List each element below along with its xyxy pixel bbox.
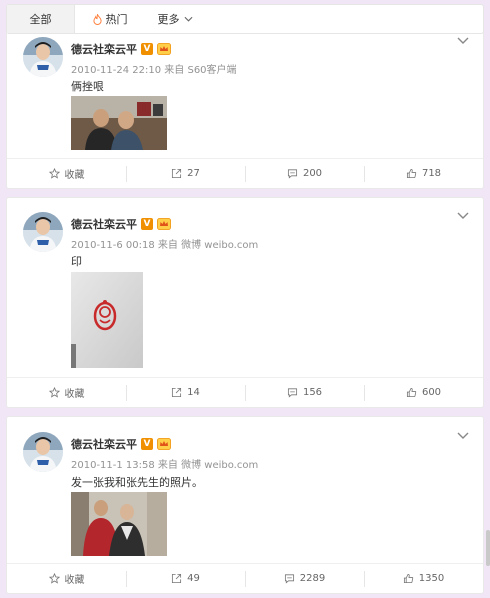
like-count: 718: [421, 168, 442, 179]
thumbs-up-icon: [403, 573, 413, 584]
author-name[interactable]: 德云社栾云平: [71, 41, 137, 57]
repost-count: 14: [187, 387, 200, 398]
share-icon: [172, 168, 182, 179]
repost-button[interactable]: 27: [126, 165, 245, 183]
share-icon: [172, 573, 182, 584]
comment-count: 200: [302, 168, 323, 179]
star-icon: [48, 573, 60, 584]
star-icon: [48, 387, 60, 398]
tab-all-label: 全部: [29, 13, 52, 26]
comment-count: 2289: [299, 573, 326, 584]
tab-all[interactable]: 全部: [7, 5, 75, 33]
post-text: 俩挫哏: [71, 80, 104, 93]
verified-v-icon: V: [141, 43, 153, 55]
avatar[interactable]: [23, 432, 63, 472]
avatar[interactable]: [23, 37, 63, 77]
repost-count: 27: [187, 168, 200, 179]
post-card: 德云社栾云平 V 2010-11-6 00:18 来自 微博 weibo.com…: [6, 197, 484, 408]
favorite-button[interactable]: 收藏: [7, 165, 126, 183]
post-meta: 2010-11-1 13:58 来自 微博 weibo.com: [71, 460, 259, 471]
post-actions: 收藏 14 156 600: [7, 377, 483, 407]
comment-count: 156: [302, 387, 323, 398]
favorite-button[interactable]: 收藏: [7, 570, 126, 588]
crown-icon: [157, 43, 171, 55]
like-count: 600: [421, 387, 442, 398]
chevron-down-icon: [184, 16, 192, 22]
post-photo[interactable]: [71, 96, 167, 150]
avatar-image: [23, 432, 63, 472]
favorite-label: 收藏: [64, 389, 85, 400]
post-actions: 收藏 49 2289 1350: [7, 563, 483, 593]
like-button[interactable]: 1350: [364, 570, 483, 588]
comment-button[interactable]: 200: [245, 165, 364, 183]
comment-button[interactable]: 2289: [245, 570, 364, 588]
comment-icon: [287, 388, 297, 398]
author-name[interactable]: 德云社栾云平: [71, 436, 137, 452]
post-photo-image: [71, 492, 167, 556]
flame-icon: [92, 13, 102, 25]
post-card: 德云社栾云平 V 2010-11-24 22:10 来自 S60客户端 俩挫哏: [6, 22, 484, 189]
comment-icon: [284, 574, 294, 584]
avatar[interactable]: [23, 212, 63, 252]
share-icon: [172, 387, 182, 398]
crown-icon: [157, 218, 171, 230]
repost-button[interactable]: 14: [126, 384, 245, 402]
post-photo[interactable]: [71, 492, 167, 556]
scrollbar[interactable]: [486, 530, 490, 566]
chevron-down-icon[interactable]: [457, 432, 469, 440]
post-text: 发一张我和张先生的照片。: [71, 476, 203, 489]
post-meta: 2010-11-6 00:18 来自 微博 weibo.com: [71, 240, 259, 251]
thumbs-up-icon: [406, 168, 417, 179]
tab-more[interactable]: 更多: [145, 5, 205, 33]
avatar-image: [23, 212, 63, 252]
comment-button[interactable]: 156: [245, 384, 364, 402]
feed-tabs: 全部 热门 更多: [6, 4, 484, 34]
like-count: 1350: [418, 573, 445, 584]
favorite-button[interactable]: 收藏: [7, 384, 126, 402]
chevron-down-icon[interactable]: [457, 212, 469, 220]
repost-count: 49: [187, 573, 200, 584]
comment-icon: [287, 169, 297, 179]
like-button[interactable]: 718: [364, 165, 483, 183]
avatar-image: [23, 37, 63, 77]
post-photo-image: [71, 272, 143, 368]
chevron-down-icon[interactable]: [457, 37, 469, 45]
like-button[interactable]: 600: [364, 384, 483, 402]
tab-hot[interactable]: 热门: [75, 5, 145, 33]
verified-v-icon: V: [141, 438, 153, 450]
post-text: 印: [71, 255, 82, 268]
star-icon: [48, 168, 60, 179]
post-photo-image: [71, 96, 167, 150]
tab-more-label: 更多: [157, 13, 180, 26]
crown-icon: [157, 438, 171, 450]
thumbs-up-icon: [406, 387, 417, 398]
post-actions: 收藏 27 200 718: [7, 158, 483, 188]
post-photo[interactable]: [71, 272, 143, 368]
verified-v-icon: V: [141, 218, 153, 230]
favorite-label: 收藏: [64, 170, 85, 181]
tab-hot-label: 热门: [105, 13, 128, 26]
post-card: 德云社栾云平 V 2010-11-1 13:58 来自 微博 weibo.com…: [6, 416, 484, 594]
repost-button[interactable]: 49: [126, 570, 245, 588]
author-name[interactable]: 德云社栾云平: [71, 216, 137, 232]
favorite-label: 收藏: [64, 575, 85, 586]
post-meta: 2010-11-24 22:10 来自 S60客户端: [71, 65, 237, 76]
